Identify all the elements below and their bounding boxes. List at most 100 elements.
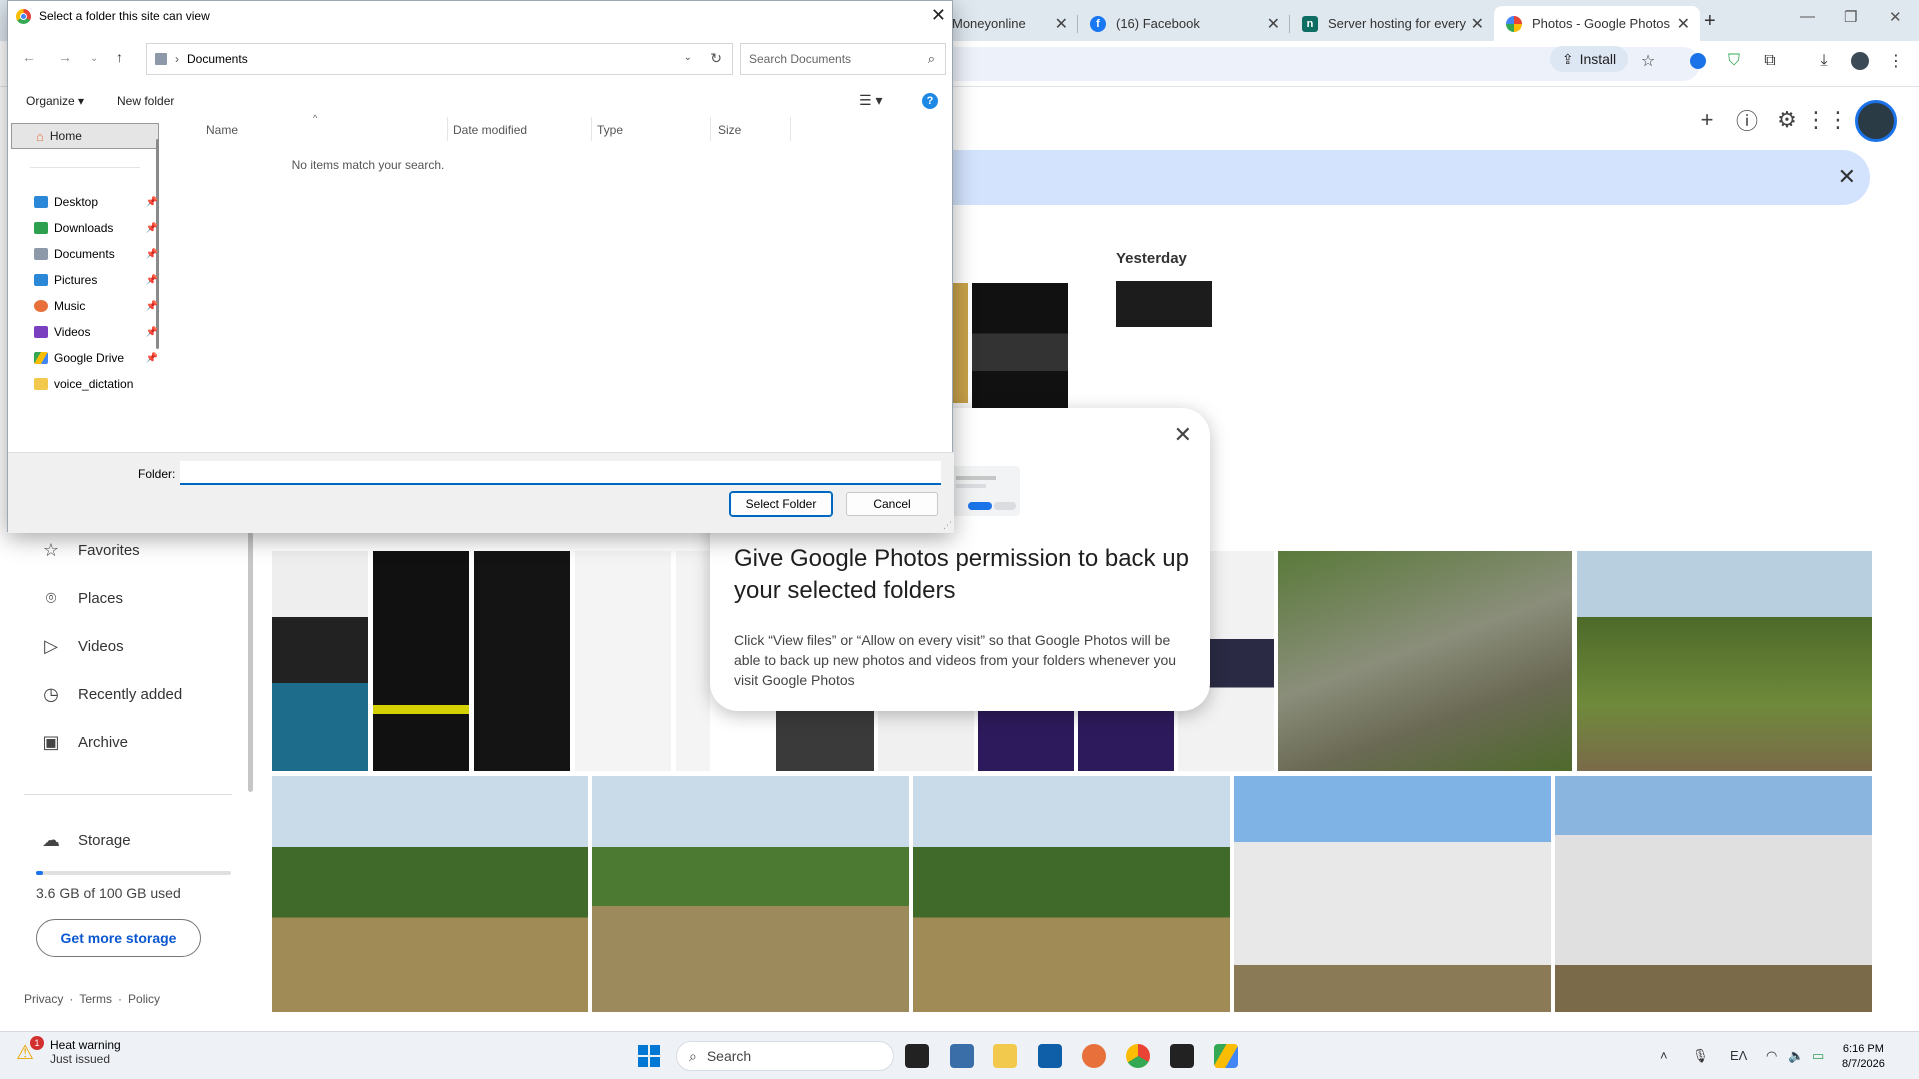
bookmark-star-icon[interactable]: ☆ [1638, 51, 1658, 71]
column-date-modified[interactable]: Date modified [453, 123, 527, 137]
nav-documents[interactable]: Documents 📌 [34, 247, 158, 261]
chevron-down-icon[interactable]: ⌄ [684, 52, 692, 63]
tab-google-photos[interactable]: Photos - Google Photos ✕ [1494, 6, 1700, 41]
nav-storage[interactable]: ☁ Storage [40, 829, 131, 851]
photo-thumbnail[interactable] [776, 707, 874, 771]
nav-recently-added[interactable]: ◷ Recently added [40, 683, 182, 705]
nav-downloads[interactable]: Downloads 📌 [34, 221, 158, 235]
photo-thumbnail[interactable] [1078, 707, 1174, 771]
kebab-menu-icon[interactable]: ⋮ [1886, 51, 1906, 71]
photo-thumbnail[interactable] [592, 776, 909, 1012]
back-arrow-icon[interactable]: ← [22, 49, 36, 65]
nav-videos[interactable]: ▷ Videos [40, 635, 124, 657]
nav-favorites[interactable]: ☆ Favorites [40, 539, 140, 561]
extension-circle-icon[interactable] [1688, 51, 1708, 71]
close-icon[interactable]: ✕ [1055, 14, 1068, 34]
chevron-up-icon[interactable]: ˄ [1660, 1048, 1668, 1063]
nav-music[interactable]: Music 📌 [34, 299, 158, 313]
store-icon[interactable] [1038, 1044, 1062, 1068]
apps-grid-icon[interactable]: ⋮⋮ [1805, 105, 1849, 135]
add-icon[interactable]: + [1692, 105, 1722, 135]
policy-link[interactable]: Policy [128, 992, 160, 1006]
close-icon[interactable]: ✕ [1174, 422, 1192, 448]
close-icon[interactable]: ✕ [1471, 14, 1484, 34]
search-input[interactable]: Search Documents ⌕ [740, 43, 946, 75]
nav-google-drive[interactable]: Google Drive 📌 [34, 351, 158, 365]
help-icon[interactable]: ⓘ [1732, 105, 1762, 135]
restore-icon[interactable]: ❐ [1844, 8, 1857, 26]
shield-extension-icon[interactable]: ⛉ [1724, 51, 1744, 71]
puzzle-icon[interactable]: ⧉ [1760, 51, 1780, 71]
start-windows-icon[interactable] [638, 1045, 660, 1067]
chrome-icon[interactable] [1126, 1044, 1150, 1068]
photo-thumbnail[interactable] [676, 551, 710, 771]
profile-icon[interactable] [1850, 51, 1870, 71]
taskbar-search[interactable]: ⌕ Search [676, 1041, 894, 1071]
tab-moneyonline[interactable]: Moneyonline ✕ [940, 6, 1078, 41]
up-arrow-icon[interactable]: ↑ [116, 49, 123, 65]
nav-desktop[interactable]: Desktop 📌 [34, 195, 158, 209]
tab-facebook[interactable]: f (16) Facebook ✕ [1078, 6, 1290, 41]
recent-chevron-icon[interactable]: ⌄ [90, 53, 98, 64]
get-more-storage-button[interactable]: Get more storage [36, 919, 201, 957]
file-explorer-icon[interactable] [993, 1044, 1017, 1068]
refresh-icon[interactable]: ↻ [710, 50, 722, 67]
nav-archive[interactable]: ▣ Archive [40, 731, 128, 753]
minimize-icon[interactable]: — [1800, 8, 1815, 25]
help-icon[interactable]: ? [922, 93, 938, 109]
download-icon[interactable]: ⤓ [1814, 51, 1834, 71]
photo-thumbnail[interactable] [1116, 281, 1212, 327]
battery-icon[interactable]: ▭ [1812, 1048, 1824, 1064]
new-tab-button[interactable]: + [1704, 10, 1716, 33]
column-name[interactable]: Name [206, 123, 238, 137]
nav-pane-scrollbar[interactable] [156, 139, 159, 349]
nav-videos[interactable]: Videos 📌 [34, 325, 158, 339]
column-type[interactable]: Type [597, 123, 623, 137]
close-icon[interactable]: ✕ [1838, 164, 1856, 190]
photo-thumbnail[interactable] [913, 776, 1230, 1012]
photo-thumbnail[interactable] [1278, 551, 1572, 771]
photo-thumbnail[interactable] [1555, 776, 1872, 1012]
resize-grip-icon[interactable]: ⋰ [943, 520, 952, 531]
address-box[interactable]: › Documents ⌄ ↻ [146, 43, 733, 75]
firefox-icon[interactable] [1082, 1044, 1106, 1068]
language-indicator[interactable]: ΕΛ [1730, 1048, 1747, 1063]
close-icon[interactable]: ✕ [931, 5, 946, 26]
window-close-icon[interactable]: ✕ [1889, 8, 1902, 26]
terminal-icon[interactable] [1170, 1044, 1194, 1068]
install-app-button[interactable]: ⇪ Install [1550, 46, 1628, 72]
weather-notification[interactable]: ⚠ 1 Heat warning Just issued [16, 1036, 121, 1066]
photo-thumbnail[interactable] [978, 707, 1074, 771]
nav-pictures[interactable]: Pictures 📌 [34, 273, 158, 287]
privacy-link[interactable]: Privacy [24, 992, 63, 1006]
nav-voice-dictation[interactable]: voice_dictation [34, 377, 156, 391]
select-folder-button[interactable]: Select Folder [729, 491, 833, 517]
google-drive-icon[interactable] [1214, 1044, 1238, 1068]
terms-link[interactable]: Terms [79, 992, 112, 1006]
app-icon[interactable] [950, 1044, 974, 1068]
view-options-icon[interactable]: ☰ ▾ [859, 92, 882, 109]
organize-button[interactable]: Organize ▾ [26, 94, 84, 108]
photo-thumbnail[interactable] [972, 283, 1068, 409]
wifi-icon[interactable]: ◠ [1766, 1048, 1777, 1064]
new-folder-button[interactable]: New folder [117, 94, 174, 108]
photo-thumbnail[interactable] [272, 551, 368, 771]
sidebar-scrollbar[interactable] [248, 532, 253, 792]
column-size[interactable]: Size [718, 123, 741, 137]
system-clock[interactable]: 6:16 PM 8/7/2026 [1842, 1042, 1885, 1072]
photo-thumbnail[interactable] [878, 707, 974, 771]
tab-server-hosting[interactable]: n Server hosting for every n ✕ [1290, 6, 1494, 41]
microphone-icon[interactable]: 🎙 [1692, 1048, 1709, 1064]
cancel-button[interactable]: Cancel [846, 492, 938, 516]
volume-icon[interactable]: 🔈 [1788, 1048, 1804, 1064]
photo-thumbnail[interactable] [272, 776, 588, 1012]
photo-thumbnail[interactable] [1577, 551, 1872, 771]
account-avatar[interactable] [1855, 100, 1897, 142]
photo-thumbnail[interactable] [373, 551, 469, 771]
settings-gear-icon[interactable]: ⚙ [1772, 105, 1802, 135]
nav-home[interactable]: ⌂ Home [11, 123, 159, 149]
nav-places[interactable]: ⌾ Places [40, 587, 123, 609]
task-view-icon[interactable] [905, 1044, 929, 1068]
folder-name-input[interactable] [180, 461, 941, 485]
breadcrumb[interactable]: Documents [187, 52, 248, 66]
